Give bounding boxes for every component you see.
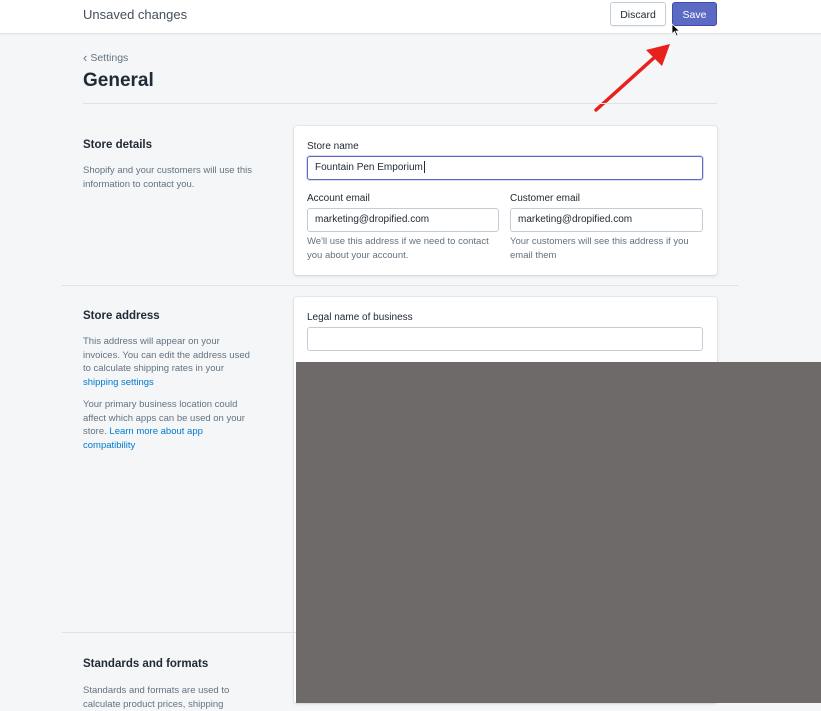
account-email-help: We'll use this address if we need to con…	[307, 236, 489, 261]
annotation-arrow-icon	[594, 44, 670, 112]
breadcrumb[interactable]: ‹ Settings	[83, 50, 128, 65]
store-address-description-1: This address will appear on your invoice…	[83, 335, 251, 389]
customer-email-label: Customer email	[510, 193, 581, 204]
account-email-label: Account email	[307, 193, 370, 204]
video-overlay	[296, 362, 821, 703]
legal-name-input[interactable]	[307, 327, 703, 351]
store-name-input[interactable]: Fountain Pen Emporium	[307, 156, 703, 180]
store-address-title: Store address	[83, 310, 160, 322]
account-email-input[interactable]: marketing@dropified.com	[307, 208, 499, 232]
customer-email-help: Your customers will see this address if …	[510, 236, 689, 261]
discard-button[interactable]: Discard	[610, 2, 666, 26]
shipping-settings-link[interactable]: shipping settings	[83, 377, 154, 388]
store-address-description-2: Your primary business location could aff…	[83, 398, 251, 452]
section-divider	[62, 285, 738, 286]
section-divider-2	[62, 632, 296, 633]
standards-formats-title: Standards and formats	[83, 658, 209, 670]
store-details-description: Shopify and your customers will use this…	[83, 165, 252, 190]
store-name-label: Store name	[307, 141, 359, 152]
legal-name-label: Legal name of business	[307, 312, 413, 323]
store-details-title: Store details	[83, 139, 153, 151]
breadcrumb-settings-link[interactable]: Settings	[90, 52, 128, 64]
store-address-description-1-text: This address will appear on your invoice…	[83, 336, 250, 374]
mouse-cursor-icon	[671, 23, 681, 37]
standards-formats-description: Standards and formats are used to calcul…	[83, 685, 230, 710]
store-details-card: Store name Fountain Pen Emporium Account…	[294, 126, 717, 275]
chevron-left-icon: ‹	[83, 50, 88, 65]
store-name-value: Fountain Pen Emporium	[315, 162, 423, 173]
text-caret	[423, 161, 425, 174]
page-title: General	[83, 70, 154, 91]
customer-email-input[interactable]: marketing@dropified.com	[510, 208, 703, 232]
unsaved-changes-title: Unsaved changes	[83, 7, 188, 22]
context-bar: Unsaved changes Discard Save	[0, 0, 821, 34]
title-divider	[83, 103, 717, 104]
